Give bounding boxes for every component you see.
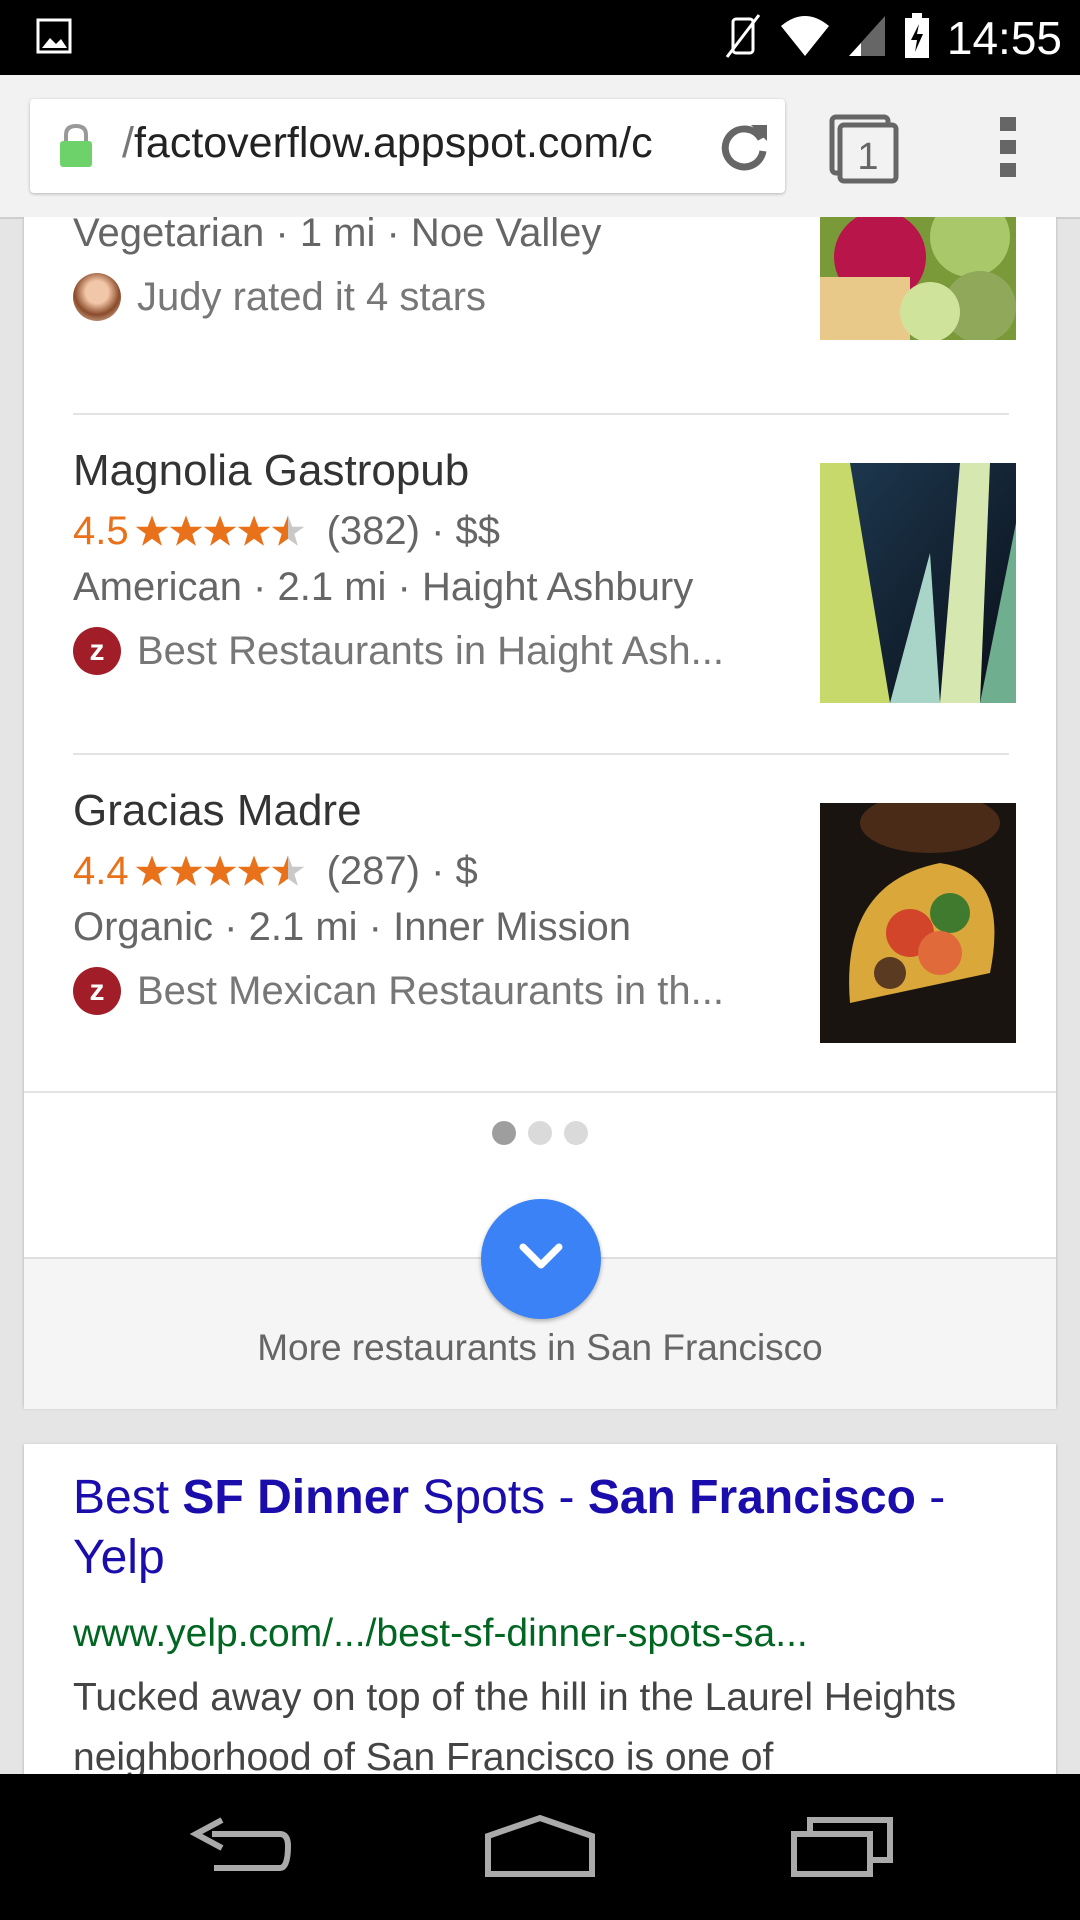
star-icon <box>135 515 168 546</box>
status-bar: 14:55 <box>0 0 1080 75</box>
lock-icon <box>56 123 96 174</box>
overflow-menu-icon[interactable] <box>996 115 1020 184</box>
title-part: Best <box>73 1471 183 1524</box>
page-dot[interactable] <box>528 1121 552 1145</box>
home-icon[interactable] <box>484 1812 596 1887</box>
chevron-down-icon <box>519 1243 563 1276</box>
url-host: factoverflow.appspot.com/c <box>133 119 653 167</box>
recent-apps-icon[interactable] <box>790 1812 896 1887</box>
pagination-dots <box>24 1121 1056 1145</box>
attribution-text: Judy rated it 4 stars <box>137 275 487 319</box>
tab-switcher-button[interactable]: 1 <box>828 113 900 190</box>
star-icon <box>271 515 304 546</box>
review-count: (287) · $ <box>326 849 478 893</box>
omnibox[interactable]: /factoverflow.appspot.com/c <box>30 99 785 193</box>
title-part-bold: San Francisco <box>587 1471 916 1524</box>
divider <box>73 753 1009 755</box>
restaurant-photo[interactable] <box>820 803 1016 1043</box>
star-icon <box>203 515 236 546</box>
wifi-icon <box>779 14 831 63</box>
divider <box>73 413 1009 415</box>
browser-toolbar: /factoverflow.appspot.com/c 1 <box>0 75 1080 219</box>
review-count: (382) · $$ <box>326 509 501 553</box>
title-part-bold: SF Dinner <box>182 1471 410 1524</box>
clock: 14:55 <box>946 12 1062 64</box>
signal-icon <box>847 14 887 63</box>
divider <box>24 1091 1056 1093</box>
star-rating <box>135 854 305 888</box>
star-icon <box>169 855 202 886</box>
page-dot[interactable] <box>492 1121 516 1145</box>
page-dot[interactable] <box>564 1121 588 1145</box>
rating-value: 4.5 <box>73 509 129 553</box>
restaurant-photo[interactable] <box>820 217 1016 340</box>
result-url[interactable]: www.yelp.com/.../best-sf-dinner-spots-sa… <box>73 1612 808 1656</box>
zagat-icon: z <box>73 627 121 675</box>
reload-icon[interactable] <box>717 119 771 178</box>
star-icon <box>237 515 270 546</box>
page-content[interactable]: Vegetarian · 1 mi · Noe Valley Judy rate… <box>0 217 1080 1774</box>
result-snippet: Tucked away on top of the hill in the La… <box>73 1676 957 1774</box>
title-part: Spots - <box>409 1471 588 1524</box>
back-icon[interactable] <box>188 1812 292 1887</box>
system-nav-bar <box>0 1774 1080 1920</box>
local-results-card: Vegetarian · 1 mi · Noe Valley Judy rate… <box>24 217 1056 1409</box>
star-icon <box>169 515 202 546</box>
star-icon <box>271 855 304 886</box>
battery-charging-icon <box>903 12 931 65</box>
star-icon <box>203 855 236 886</box>
rating-value: 4.4 <box>73 849 129 893</box>
expand-button[interactable] <box>481 1199 601 1319</box>
web-result-card: Best SF Dinner Spots - San Francisco - Y… <box>24 1444 1056 1774</box>
zagat-icon: z <box>73 967 121 1015</box>
user-avatar <box>73 273 121 321</box>
star-icon <box>135 855 168 886</box>
tab-count: 1 <box>857 136 878 178</box>
gallery-notification-icon <box>36 18 72 59</box>
url-text[interactable]: /factoverflow.appspot.com/c <box>122 119 722 168</box>
vibrate-off-icon <box>723 11 763 66</box>
url-prefix: / <box>122 119 134 167</box>
star-rating <box>135 514 305 548</box>
attribution-text: Best Mexican Restaurants in th... <box>137 969 724 1013</box>
result-title-link[interactable]: Best SF Dinner Spots - San Francisco - Y… <box>73 1468 1033 1588</box>
restaurant-photo[interactable] <box>820 463 1016 703</box>
attribution-text: Best Restaurants in Haight Ash... <box>137 629 724 673</box>
star-icon <box>237 855 270 886</box>
more-restaurants-label: More restaurants in San Francisco <box>257 1327 823 1368</box>
